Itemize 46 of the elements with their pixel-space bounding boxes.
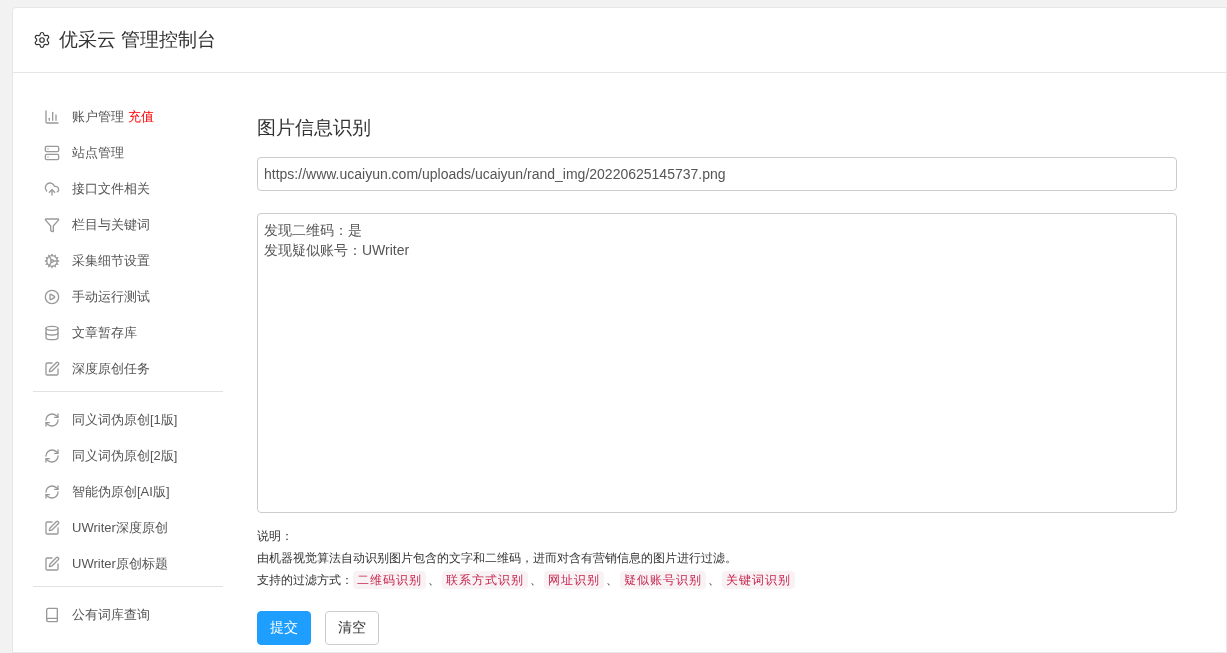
method-tag: 网址识别 (544, 570, 604, 589)
refresh-icon (44, 484, 60, 500)
url-field[interactable]: https://www.ucaiyun.com/uploads/ucaiyun/rand_img/20220625145737.png (257, 156, 1177, 191)
bar-chart-icon (44, 109, 60, 125)
filter-icon (44, 217, 60, 233)
refresh-icon (44, 448, 60, 464)
separator: 、 (708, 571, 720, 589)
sidebar-item[interactable]: UWriter原创标题 (72, 554, 168, 574)
sidebar-item[interactable]: 智能伪原创[AI版] (72, 482, 170, 502)
clear-button[interactable]: 清空 (325, 610, 379, 645)
sidebar-item[interactable]: 同义词伪原创[1版] (72, 410, 178, 430)
refresh-icon (44, 412, 60, 428)
methods-label: 支持的过滤方式： (257, 571, 353, 589)
play-icon (44, 289, 60, 305)
sidebar-item[interactable]: 接口文件相关 (72, 179, 150, 199)
book-icon (44, 607, 60, 623)
sidebar-item[interactable]: 公有词库查询 (72, 605, 150, 625)
cloud-upload-icon (44, 181, 60, 197)
settings-icon (33, 31, 51, 49)
sidebar-item[interactable]: 站点管理 (72, 143, 124, 163)
method-tag: 联系方式识别 (442, 570, 528, 589)
console-title: 优采云 管理控制台 (59, 27, 217, 52)
server-icon (44, 145, 60, 161)
sidebar-item[interactable]: 栏目与关键词 (72, 215, 150, 235)
recharge-link[interactable]: 充值 (128, 107, 154, 127)
notes-title: 说明： (257, 527, 293, 545)
result-box[interactable]: 发现二维码：是 发现疑似账号：UWriter (257, 212, 1177, 513)
edit-icon (44, 361, 60, 377)
sidebar-item[interactable]: 采集细节设置 (72, 251, 150, 271)
separator: 、 (606, 571, 618, 589)
edit-icon (44, 520, 60, 536)
separator: 、 (428, 571, 440, 589)
notes-description: 由机器视觉算法自动识别图片包含的文字和二维码，进而对含有营销信息的图片进行过滤。 (257, 549, 737, 567)
method-tag: 疑似账号识别 (620, 570, 706, 589)
sidebar-item[interactable]: 文章暂存库 (72, 323, 137, 343)
database-icon (44, 325, 60, 341)
sidebar-item[interactable]: 手动运行测试 (72, 287, 150, 307)
sidebar-item[interactable]: 账户管理 (72, 107, 124, 127)
sidebar-item[interactable]: 深度原创任务 (72, 359, 150, 379)
method-tag: 二维码识别 (353, 570, 426, 589)
separator: 、 (530, 571, 542, 589)
section-heading: 图片信息识别 (257, 116, 372, 140)
method-tag: 关键词识别 (722, 570, 795, 589)
edit-icon (44, 556, 60, 572)
sidebar-item[interactable]: 同义词伪原创[2版] (72, 446, 178, 466)
sidebar-item[interactable]: UWriter深度原创 (72, 518, 168, 538)
